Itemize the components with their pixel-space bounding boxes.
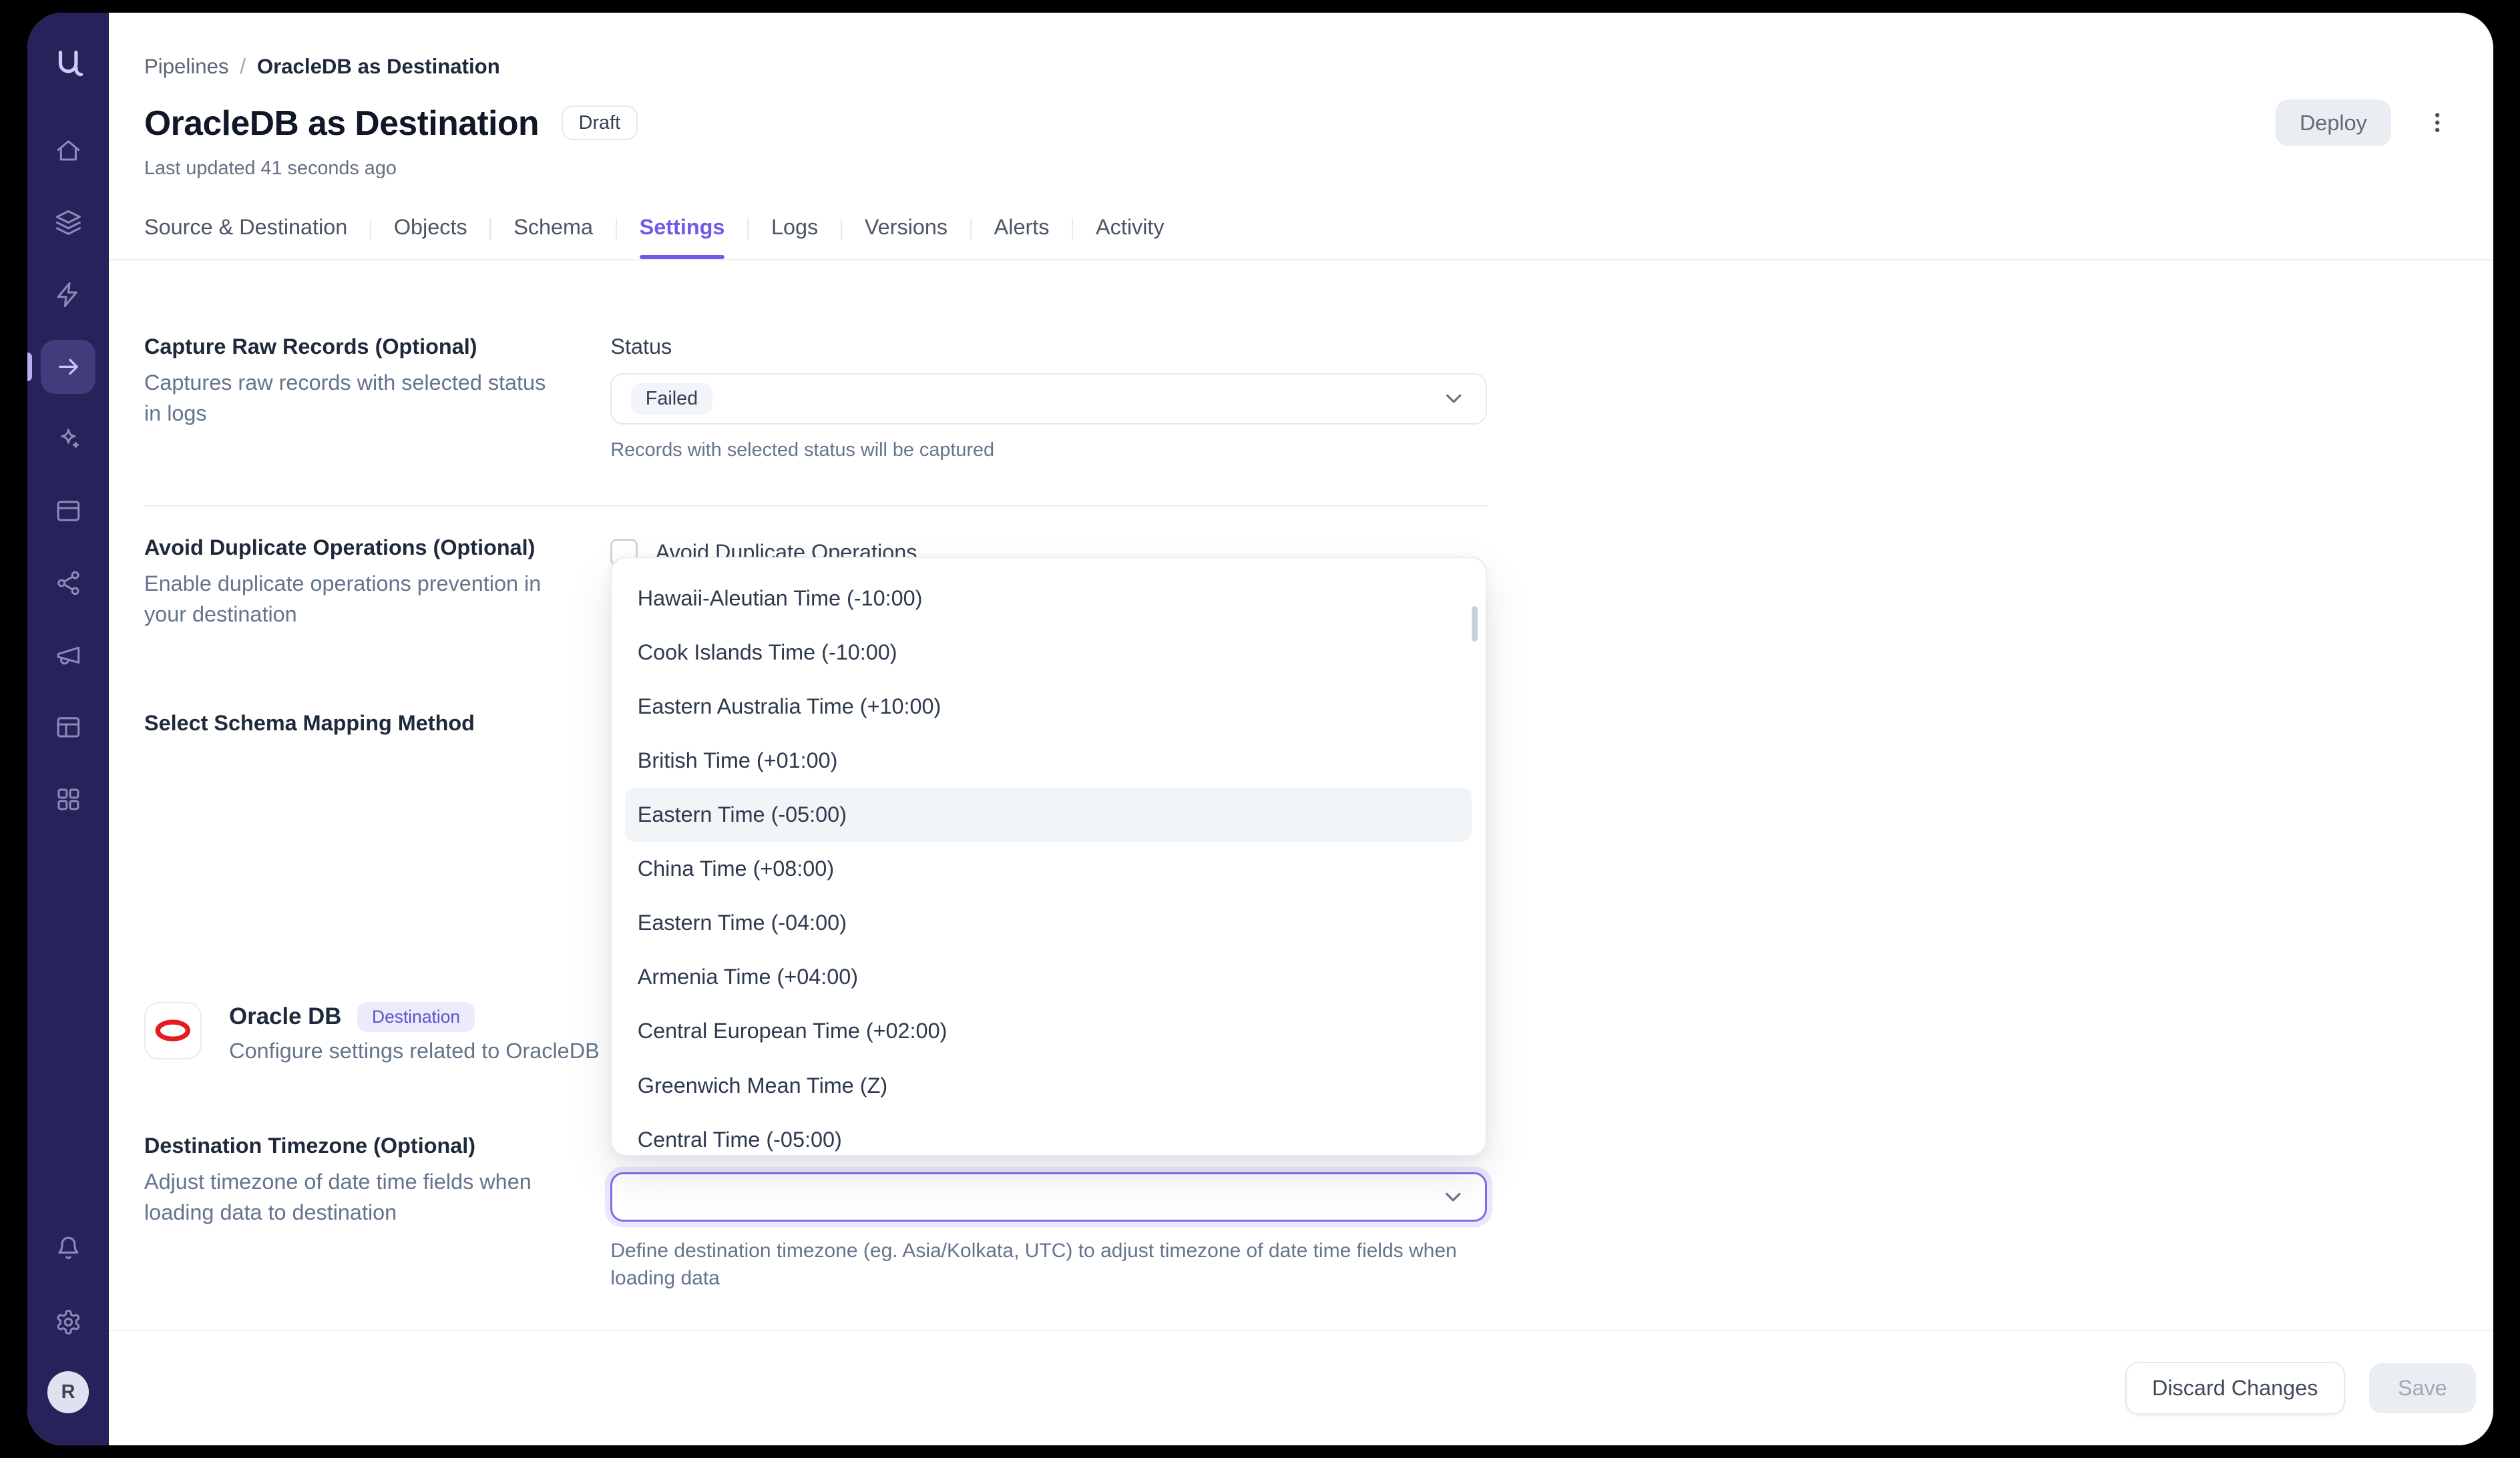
home-icon — [55, 137, 82, 164]
tab-divider — [970, 218, 972, 241]
breadcrumb-separator: / — [240, 55, 246, 79]
tab-logs[interactable]: Logs — [771, 215, 818, 259]
draft-status-badge: Draft — [562, 105, 638, 140]
app-logo-icon[interactable] — [47, 41, 90, 85]
save-button[interactable]: Save — [2369, 1363, 2476, 1413]
section-description: Adjust timezone of date time fields when… — [144, 1166, 562, 1228]
breadcrumb-current: OracleDB as Destination — [257, 55, 500, 79]
section-description: Enable duplicate operations prevention i… — [144, 568, 562, 630]
gear-icon — [55, 1308, 82, 1336]
status-select[interactable]: Failed — [610, 373, 1487, 425]
settings-button[interactable] — [41, 1294, 95, 1349]
sparkles-icon — [55, 425, 82, 453]
megaphone-icon — [55, 642, 82, 669]
section-title: Destination Timezone (Optional) — [144, 1134, 562, 1158]
tab-divider — [370, 218, 371, 241]
more-menu-icon[interactable] — [2420, 102, 2455, 144]
dropdown-scrollbar[interactable] — [1472, 606, 1478, 642]
chevron-down-icon — [1441, 386, 1466, 411]
destination-timezone-section: Destination Timezone (Optional) Adjust t… — [144, 1134, 1487, 1292]
breadcrumb: Pipelines / OracleDB as Destination — [144, 55, 2455, 79]
sidebar-item-sources[interactable] — [41, 196, 95, 250]
sidebar: R — [27, 13, 109, 1445]
section-divider — [144, 505, 1487, 506]
user-avatar[interactable]: R — [47, 1371, 89, 1413]
layout-grid-icon — [55, 786, 82, 813]
last-updated-text: Last updated 41 seconds ago — [144, 158, 2455, 180]
destination-type-badge: Destination — [357, 1002, 474, 1032]
main-content: Pipelines / OracleDB as Destination Orac… — [109, 13, 2493, 1445]
tab-objects[interactable]: Objects — [394, 215, 467, 259]
status-helper-text: Records with selected status will be cap… — [610, 437, 1487, 463]
title-row: OracleDB as Destination Draft Deploy — [144, 99, 2455, 147]
timezone-option[interactable]: Central Time (-05:00) — [625, 1113, 1472, 1156]
timezone-option[interactable]: Eastern Australia Time (+10:00) — [625, 680, 1472, 734]
notifications-button[interactable] — [41, 1221, 95, 1276]
tab-divider — [489, 218, 491, 241]
arrow-right-icon — [55, 353, 82, 381]
tab-alerts[interactable]: Alerts — [994, 215, 1050, 259]
tab-settings[interactable]: Settings — [640, 215, 725, 259]
sidebar-item-pipelines[interactable] — [41, 340, 95, 395]
tab-schema[interactable]: Schema — [513, 215, 593, 259]
table-icon — [55, 714, 82, 741]
section-description: Captures raw records with selected statu… — [144, 367, 562, 429]
section-title: Capture Raw Records (Optional) — [144, 334, 562, 359]
status-value-chip: Failed — [631, 383, 712, 415]
sidebar-item-announcements[interactable] — [41, 628, 95, 683]
timezone-option[interactable]: Eastern Time (-05:00) — [625, 788, 1472, 842]
sidebar-item-home[interactable] — [41, 124, 95, 178]
app-window: R Pipelines / OracleDB as Destination Or… — [27, 13, 2494, 1445]
timezone-option[interactable]: China Time (+08:00) — [625, 842, 1472, 896]
timezone-option[interactable]: Armenia Time (+04:00) — [625, 950, 1472, 1004]
sidebar-item-workspace[interactable] — [41, 484, 95, 539]
zap-icon — [55, 281, 82, 308]
footer-bar: Discard Changes Save — [109, 1331, 2493, 1445]
tab-versions[interactable]: Versions — [865, 215, 948, 259]
share-nodes-icon — [55, 569, 82, 597]
discard-changes-button[interactable]: Discard Changes — [2125, 1362, 2345, 1415]
oracle-logo-icon — [144, 1002, 202, 1059]
chevron-down-icon — [1440, 1184, 1466, 1210]
bell-icon — [55, 1234, 82, 1262]
tab-divider — [747, 218, 749, 241]
timezone-option[interactable]: British Time (+01:00) — [625, 734, 1472, 788]
tab-bar: Source & Destination Objects Schema Sett… — [144, 215, 2455, 259]
page-title: OracleDB as Destination — [144, 103, 539, 143]
sidebar-item-events[interactable] — [41, 268, 95, 322]
timezone-select-input[interactable] — [610, 1172, 1487, 1222]
deploy-button[interactable]: Deploy — [2276, 99, 2391, 147]
status-field-label: Status — [610, 334, 1487, 359]
tab-source-destination[interactable]: Source & Destination — [144, 215, 347, 259]
timezone-option[interactable]: Hawaii-Aleutian Time (-10:00) — [625, 571, 1472, 626]
breadcrumb-pipelines[interactable]: Pipelines — [144, 55, 229, 79]
tab-divider — [841, 218, 842, 241]
tab-activity[interactable]: Activity — [1096, 215, 1165, 259]
sidebar-item-apps[interactable] — [41, 772, 95, 827]
layers-icon — [55, 209, 82, 236]
destination-name: Oracle DB — [229, 1003, 341, 1030]
page-header: Pipelines / OracleDB as Destination Orac… — [109, 13, 2493, 259]
timezone-option[interactable]: Greenwich Mean Time (Z) — [625, 1059, 1472, 1113]
timezone-option[interactable]: Eastern Time (-04:00) — [625, 896, 1472, 950]
settings-form: Capture Raw Records (Optional) Captures … — [109, 260, 2493, 1330]
timezone-option[interactable]: Central European Time (+02:00) — [625, 1004, 1472, 1058]
destination-description: Configure settings related to OracleDB — [229, 1039, 600, 1063]
section-title: Avoid Duplicate Operations (Optional) — [144, 535, 562, 560]
panel-window-icon — [55, 497, 82, 525]
timezone-helper-text: Define destination timezone (eg. Asia/Ko… — [610, 1238, 1487, 1292]
timezone-option[interactable]: Cook Islands Time (-10:00) — [625, 626, 1472, 680]
timezone-dropdown-panel: Hawaii-Aleutian Time (-10:00) Cook Islan… — [610, 557, 1487, 1156]
tab-divider — [1072, 218, 1073, 241]
sidebar-item-transforms[interactable] — [41, 412, 95, 467]
sidebar-item-models[interactable] — [41, 700, 95, 755]
sidebar-item-connections[interactable] — [41, 556, 95, 611]
tab-divider — [616, 218, 617, 241]
capture-raw-records-section: Capture Raw Records (Optional) Captures … — [144, 334, 1487, 463]
